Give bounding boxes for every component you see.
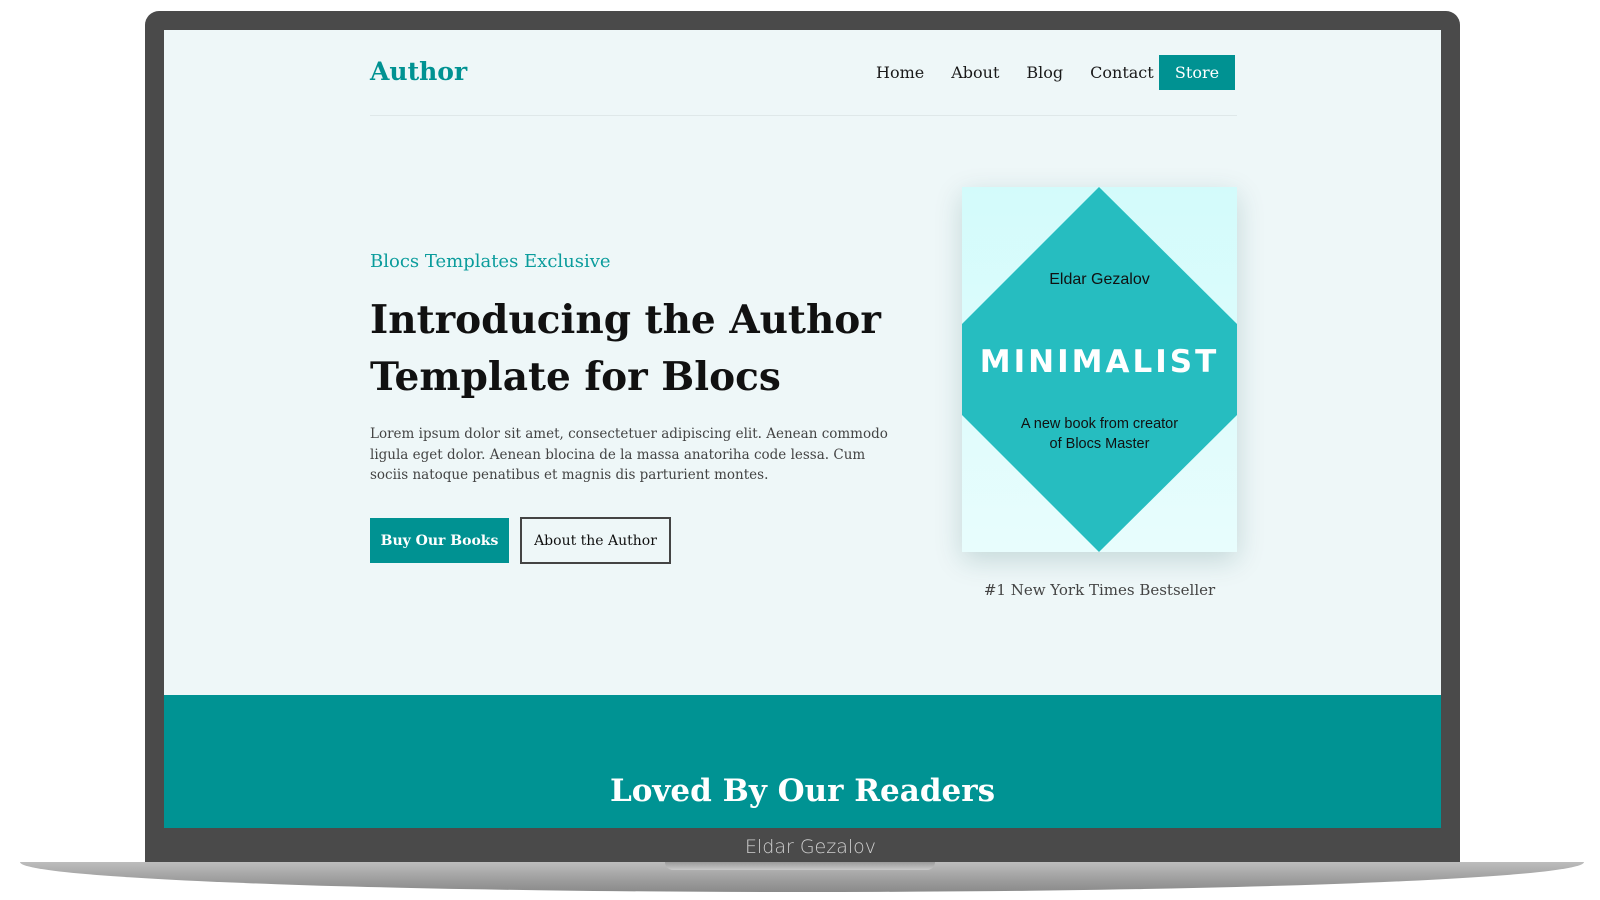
readers-section: Loved By Our Readers <box>164 695 1441 828</box>
laptop-base-notch <box>665 862 935 870</box>
nav-link-contact[interactable]: Contact <box>1090 63 1154 82</box>
bezel-label: Eldar Gezalov <box>744 836 876 858</box>
bestseller-caption: #1 New York Times Bestseller <box>983 581 1216 599</box>
about-author-button[interactable]: About the Author <box>520 517 671 564</box>
nav-link-about[interactable]: About <box>951 63 999 82</box>
nav-link-home[interactable]: Home <box>876 63 924 82</box>
hero-title: Introducing the Author Template for Bloc… <box>370 297 881 400</box>
browser-screen: Author Home About Blog Contact Store Blo… <box>164 30 1441 828</box>
nav-link-blog[interactable]: Blog <box>1026 63 1063 82</box>
site-logo[interactable]: Author <box>370 57 467 86</box>
nav-divider <box>370 115 1237 116</box>
book-cover[interactable]: Eldar Gezalov MINIMALIST A new book from… <box>962 187 1237 552</box>
readers-title: Loved By Our Readers <box>609 773 996 809</box>
book-title: MINIMALIST <box>979 344 1220 380</box>
store-button[interactable]: Store <box>1159 55 1235 90</box>
book-subtitle: A new book from creator of Blocs Master <box>1020 416 1179 452</box>
buy-books-button[interactable]: Buy Our Books <box>370 518 509 563</box>
hero-eyebrow: Blocs Templates Exclusive <box>370 251 611 272</box>
hero-body-text: Lorem ipsum dolor sit amet, consectetuer… <box>370 426 888 483</box>
book-author: Eldar Gezalov <box>1049 271 1150 288</box>
main-nav: Home About Blog Contact <box>876 63 1154 82</box>
